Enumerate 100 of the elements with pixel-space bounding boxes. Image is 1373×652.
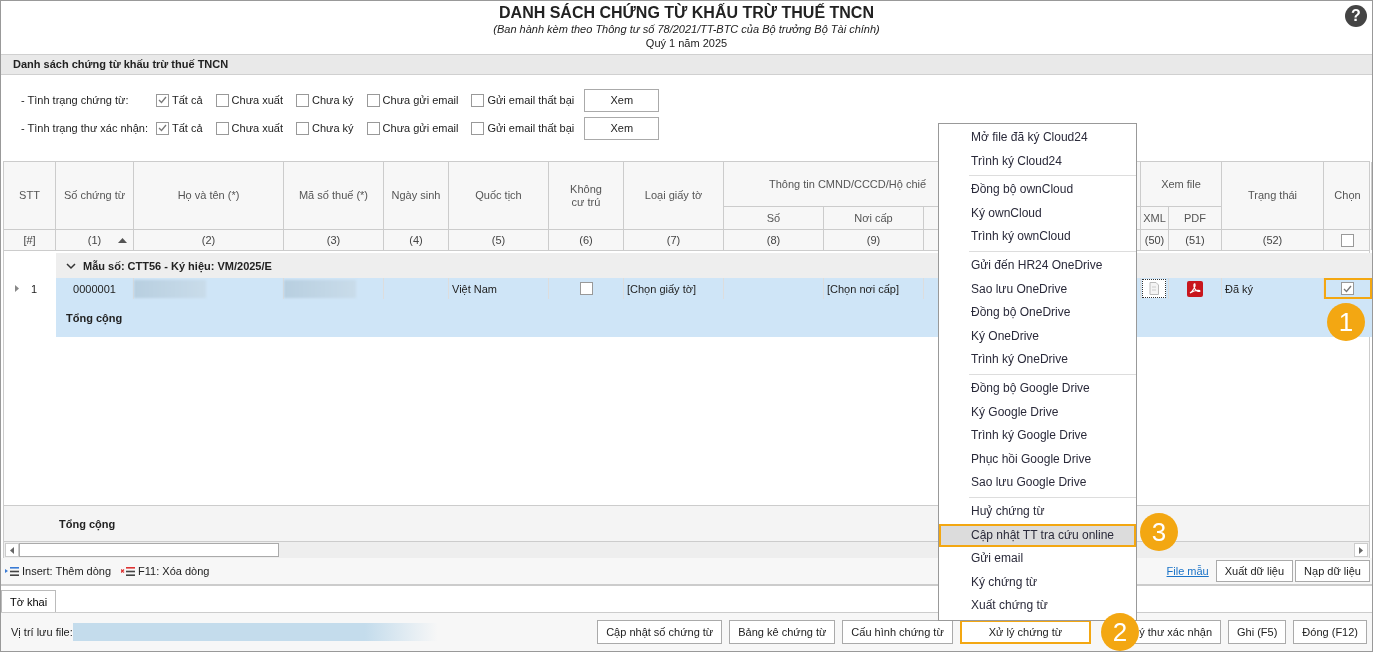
column-header[interactable]: Loại giấy tờ <box>624 162 724 230</box>
help-button[interactable]: ? <box>1345 5 1367 27</box>
template-file-link[interactable]: File mẫu <box>1166 565 1209 577</box>
location-label: Vị trí lưu file: <box>11 626 73 638</box>
column-header[interactable]: Số <box>724 207 824 230</box>
checkbox[interactable] <box>1341 282 1354 295</box>
column-index: (6) <box>549 230 624 250</box>
menu-item[interactable]: Đồng bộ ownCloud <box>939 178 1136 202</box>
menu-item[interactable]: Đồng bộ OneDrive <box>939 301 1136 325</box>
checkbox-label: Chưa gửi email <box>382 94 459 106</box>
checkbox[interactable] <box>295 93 309 107</box>
toolbar-button[interactable]: Nạp dữ liệu <box>1295 560 1370 582</box>
menu-item[interactable]: Đồng bộ Google Drive <box>939 376 1136 401</box>
column-header[interactable]: Mã số thuế (*) <box>284 162 384 230</box>
view-button[interactable]: Xem <box>584 88 660 112</box>
checkbox[interactable] <box>215 121 229 135</box>
checkbox[interactable] <box>156 93 169 107</box>
menu-item[interactable]: Ký OneDrive <box>939 324 1136 349</box>
menu-item[interactable]: Gửi email <box>939 547 1136 571</box>
column-header[interactable]: Trạng thái <box>1222 162 1324 230</box>
action-button[interactable]: Cập nhật số chứng từ <box>597 620 723 644</box>
checkbox-label: Chưa ký <box>311 122 354 134</box>
column-index: (7) <box>624 230 724 250</box>
column-header[interactable]: XML <box>1141 207 1169 230</box>
action-button[interactable]: Đóng (F12) <box>1293 620 1367 644</box>
column-index: (9) <box>824 230 924 250</box>
menu-item[interactable]: Gửi đến HR24 OneDrive <box>939 253 1136 278</box>
column-header[interactable]: Ngày sinh <box>384 162 449 230</box>
column-index: (2) <box>134 230 284 250</box>
checkbox[interactable] <box>366 121 380 135</box>
delete-row-icon <box>121 566 136 576</box>
menu-item[interactable]: Mở file đã ký Cloud24 <box>939 126 1136 150</box>
menu-item[interactable]: Cập nhật TT tra cứu online <box>939 523 1136 548</box>
menu-item[interactable]: Ký chứng từ <box>939 570 1136 595</box>
shortcut-label: F11: Xóa dòng <box>138 565 210 577</box>
column-header[interactable]: Quốc tịch <box>449 162 549 230</box>
column-header[interactable]: Họ và tên (*) <box>134 162 284 230</box>
checkbox-label: Chưa ký <box>311 94 354 106</box>
toolbar-button[interactable]: Xuất dữ liệu <box>1215 560 1294 582</box>
scroll-right-button[interactable] <box>1354 543 1368 557</box>
column-index: (5) <box>449 230 549 250</box>
column-index: (52) <box>1222 230 1324 250</box>
checkbox-label: Chưa xuất <box>231 122 283 134</box>
period-label: Quý 1 năm 2025 <box>645 36 728 50</box>
column-index: (4) <box>384 230 449 250</box>
column-header[interactable]: Không cư trú <box>549 162 624 230</box>
pdf-icon[interactable] <box>1187 280 1203 297</box>
action-button[interactable]: Xử lý chứng từ <box>959 620 1092 644</box>
section-title: Danh sách chứng từ khấu trừ thuế TNCN <box>1 54 1372 75</box>
column-header[interactable]: PDF <box>1169 207 1222 230</box>
table-cell: Đã ký <box>1222 278 1324 299</box>
menu-item[interactable]: Huỷ chứng từ <box>939 499 1136 524</box>
column-header[interactable]: Số chứng từ <box>56 162 134 230</box>
left-arrow-icon <box>10 546 14 554</box>
column-header[interactable]: Chọn <box>1324 162 1372 230</box>
menu-item[interactable]: Trình ký ownCloud <box>939 225 1136 249</box>
checkbox-label: Tất cả <box>172 122 203 134</box>
action-button[interactable]: Ghi (F5) <box>1228 620 1287 644</box>
column-header[interactable]: Nơi cấp <box>824 207 924 230</box>
add-row-icon <box>5 566 19 576</box>
checkbox[interactable] <box>1341 233 1354 247</box>
checkbox-label: Gửi email thất bại <box>487 94 575 106</box>
checkbox[interactable] <box>366 93 380 107</box>
checkbox-label: Chưa xuất <box>231 94 283 106</box>
blurred-value <box>134 279 206 298</box>
group-label: Mẫu số: CTT56 - Ký hiệu: VM/2025/E <box>83 259 272 272</box>
menu-item[interactable]: Sao lưu Google Drive <box>939 471 1136 495</box>
scrollbar-thumb[interactable] <box>19 543 279 557</box>
action-button[interactable]: Bảng kê chứng từ <box>729 620 836 644</box>
right-arrow-icon <box>1359 546 1363 554</box>
column-header: Xem file <box>1141 162 1222 207</box>
filter-label: - Tình trạng chứng từ: <box>21 94 130 106</box>
menu-item[interactable]: Ký Google Drive <box>939 400 1136 425</box>
scroll-left-button[interactable] <box>5 543 19 557</box>
checkbox[interactable] <box>579 282 593 295</box>
checkbox[interactable] <box>215 93 229 107</box>
checkbox[interactable] <box>471 121 485 135</box>
menu-item[interactable]: Trình ký OneDrive <box>939 348 1136 372</box>
collapse-chevron-icon[interactable] <box>66 261 76 270</box>
column-index: (8) <box>724 230 824 250</box>
table-cell: Việt Nam <box>449 278 549 299</box>
shortcut-label: Insert: Thêm dòng <box>22 565 112 577</box>
tab[interactable]: Tờ khai <box>1 590 57 612</box>
column-header[interactable]: STT <box>4 162 56 230</box>
table-cell: [Chọn giấy tờ] <box>624 278 724 299</box>
menu-item[interactable]: Sao lưu OneDrive <box>939 277 1136 302</box>
document-subtitle: (Ban hành kèm theo Thông tư số 78/2021/TT-BTC của Bộ trưởng Bộ Tài chính) <box>493 22 880 36</box>
column-index: (50) <box>1141 230 1169 250</box>
checkbox[interactable] <box>471 93 485 107</box>
blurred-value <box>284 279 356 298</box>
filter-label: - Tình trạng thư xác nhận: <box>21 122 149 134</box>
action-button[interactable]: Cấu hình chứng từ <box>842 620 953 644</box>
document-title: DANH SÁCH CHỨNG TỪ KHẤU TRỪ THUẾ TNCN <box>499 3 874 22</box>
menu-item[interactable]: Phục hồi Google Drive <box>939 447 1136 472</box>
checkbox[interactable] <box>295 121 309 135</box>
row-number: 1 <box>31 282 38 295</box>
menu-item[interactable]: Trình ký Google Drive <box>939 424 1136 448</box>
view-button[interactable]: Xem <box>584 116 660 140</box>
checkbox[interactable] <box>156 121 169 135</box>
column-index: (3) <box>284 230 384 250</box>
